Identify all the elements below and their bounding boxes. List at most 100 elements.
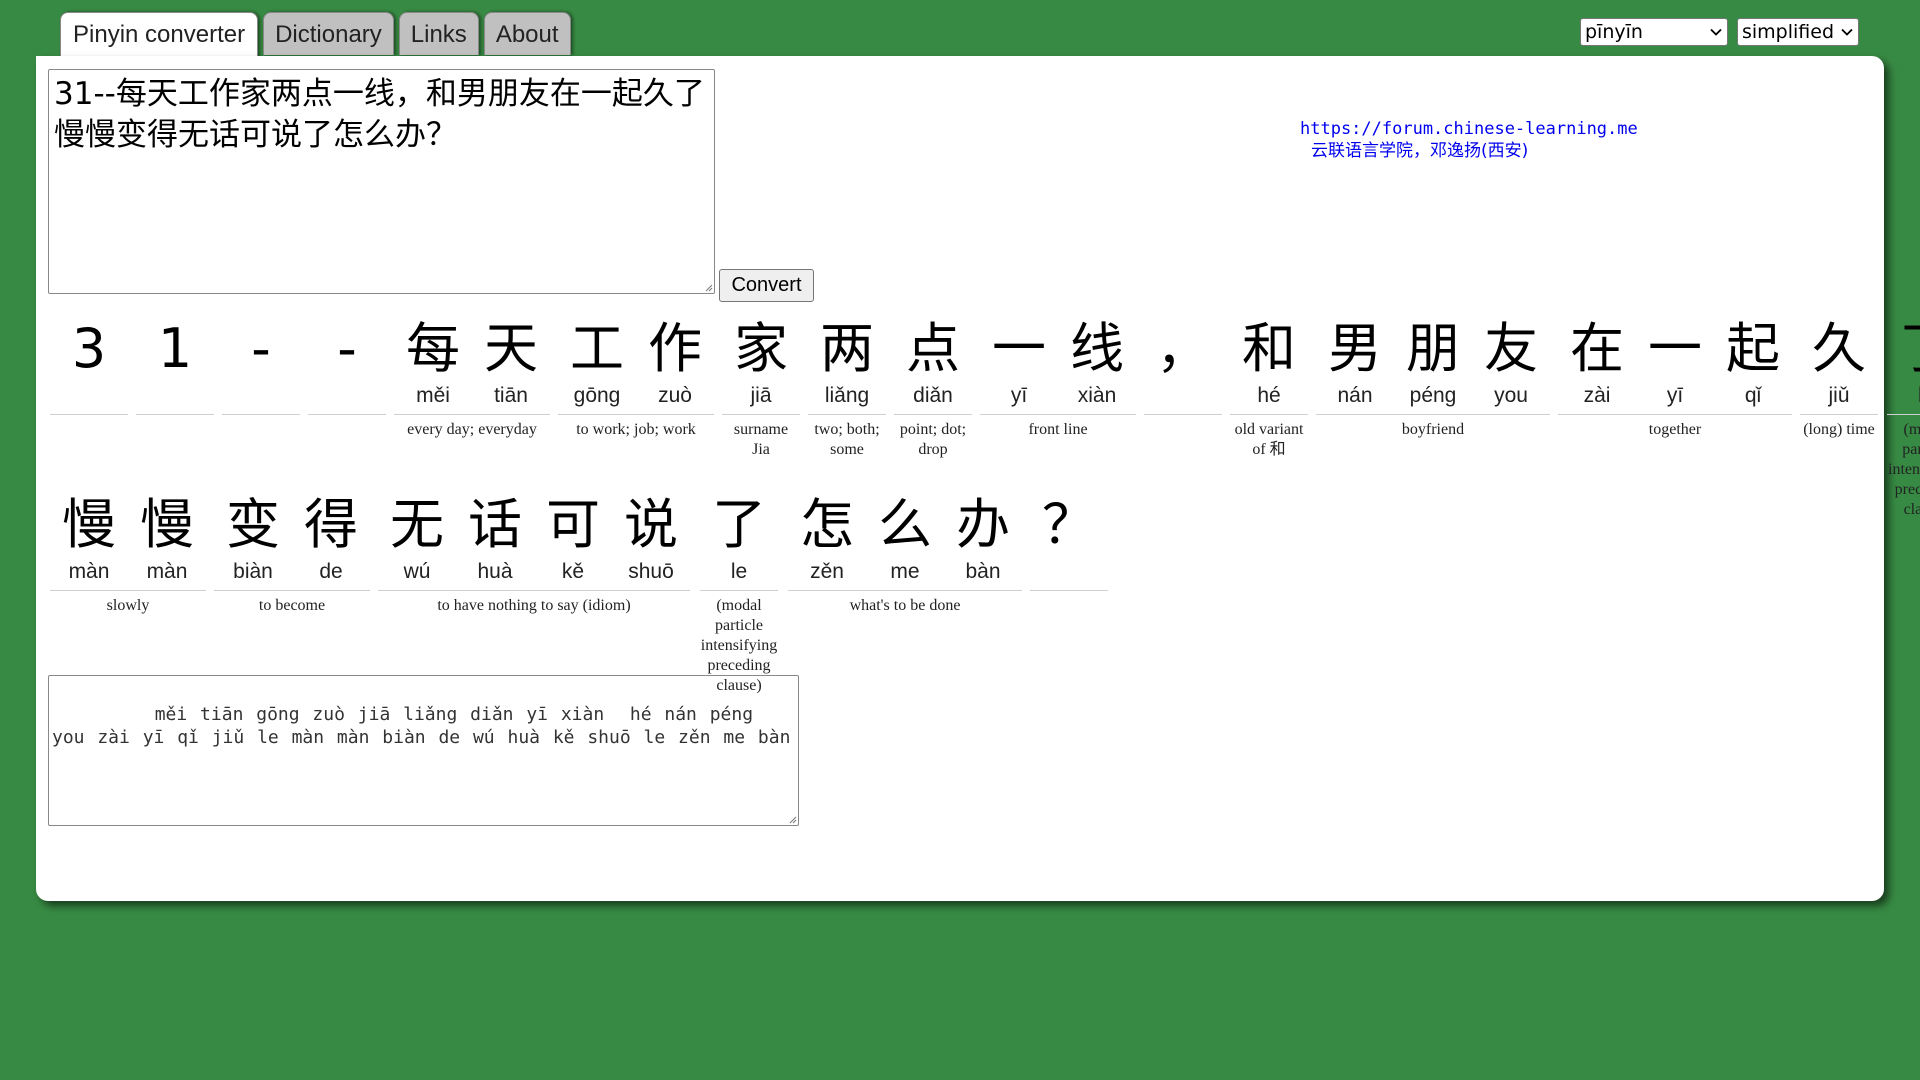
word-group: ， <box>1144 318 1222 520</box>
word-group: 在 zài 一 yī 起 qǐ together <box>1558 318 1792 520</box>
character-cell[interactable]: 慢 màn <box>131 494 203 590</box>
hanzi: 办 <box>956 493 1010 556</box>
word-group: 3 <box>50 318 128 520</box>
character-cell[interactable]: 朋 péng <box>1397 318 1469 414</box>
character-cell[interactable]: 家 jiā <box>725 318 797 414</box>
character-cell[interactable]: 天 tiān <box>475 318 547 414</box>
word-group: 男 nán 朋 péng 友 you boyfriend <box>1316 318 1550 520</box>
word-group: 了le (modal particle intensifying precedin… <box>1886 318 1920 520</box>
hanzi: 男 <box>1328 317 1382 380</box>
pinyin-reading: diǎn <box>913 384 953 407</box>
tab-about[interactable]: About <box>483 12 571 55</box>
character-cell[interactable]: - <box>311 318 383 414</box>
script-select[interactable]: simplified <box>1737 18 1859 46</box>
convert-button[interactable]: Convert <box>719 269 814 302</box>
word-group: 每 měi 天 tiān every day; everyday <box>394 318 550 520</box>
pinyin-reading: gōng <box>573 384 621 407</box>
hanzi: 线 <box>1070 317 1124 380</box>
character-cell[interactable]: ， <box>1147 318 1219 414</box>
pinyin-style-select[interactable]: pīnyīn <box>1580 18 1728 46</box>
forum-link[interactable]: https://forum.chinese-learning.me <box>1300 118 1638 140</box>
character-cell[interactable]: 办 bàn <box>947 494 1019 590</box>
hanzi: 1 <box>157 317 193 380</box>
hanzi: 一 <box>1648 317 1702 380</box>
pinyin-reading: yī <box>1010 384 1028 407</box>
word-group: 家 jiā surname Jia <box>722 318 800 520</box>
pinyin-reading: zài <box>1583 384 1611 407</box>
hanzi: 天 <box>484 317 538 380</box>
word-group: 无 wú 话 huà 可 kě 说 shuō to have nothing to say (i… <box>378 494 690 696</box>
word-characters: ？ <box>1030 494 1108 591</box>
chevron-down-icon <box>1841 28 1853 36</box>
hanzi: 在 <box>1570 317 1624 380</box>
character-cell[interactable]: 每 měi <box>397 318 469 414</box>
word-definition: front line <box>1028 421 1088 438</box>
tab-dictionary[interactable]: Dictionary <box>263 12 394 55</box>
character-cell[interactable]: 友 you <box>1475 318 1547 414</box>
character-cell[interactable]: 慢 màn <box>53 494 125 590</box>
word-characters: - <box>222 318 300 415</box>
word-characters: 了 le <box>700 494 778 591</box>
character-cell[interactable]: 男 nán <box>1319 318 1391 414</box>
word-characters: 怎 zěn 么 me 办 bàn <box>788 494 1022 591</box>
word-group: ？ <box>1030 494 1108 696</box>
character-cell[interactable]: - <box>225 318 297 414</box>
pinyin-output[interactable]: měi tiān gōng zuò jiā liǎng diǎn yī xiàn… <box>48 675 799 826</box>
word-group: 一 yī 线 xiàn front line <box>980 318 1136 520</box>
word-definition: surname Jia <box>733 421 789 458</box>
pinyin-reading: péng <box>1409 384 1457 407</box>
word-row-2: 慢 màn 慢 màn slowly 变 biàn 得 de to become 无 wú 话 huà 可 k… <box>50 494 1116 696</box>
character-cell[interactable]: 在 zài <box>1561 318 1633 414</box>
character-cell[interactable]: 一 yī <box>1639 318 1711 414</box>
character-cell[interactable]: 么 me <box>869 494 941 590</box>
character-cell[interactable]: 变 biàn <box>217 494 289 590</box>
character-cell[interactable]: 1 <box>139 318 211 414</box>
tab-pinyin-converter[interactable]: Pinyin converter <box>60 12 259 59</box>
pinyin-reading: liǎng <box>824 384 870 407</box>
character-cell[interactable]: 3 <box>53 318 125 414</box>
character-cell[interactable]: ？ <box>1033 494 1105 590</box>
character-cell[interactable]: 了le <box>703 494 775 590</box>
character-cell[interactable]: 话 huà <box>459 494 531 590</box>
word-characters: 在 zài 一 yī 起 qǐ <box>1558 318 1792 415</box>
character-cell[interactable]: 可 kě <box>537 494 609 590</box>
pinyin-output-text: měi tiān gōng zuò jiā liǎng diǎn yī xiàn… <box>52 704 791 748</box>
pinyin-reading: wú <box>403 560 431 583</box>
tab-links[interactable]: Links <box>398 12 479 55</box>
hanzi: 慢 <box>140 493 194 556</box>
tab-bar: Pinyin converter Dictionary Links About <box>60 12 571 59</box>
chinese-input[interactable]: 31--每天工作家两点一线，和男朋友在一起久了慢慢变得无话可说了怎么办？ <box>48 69 715 294</box>
character-cell[interactable]: 得 de <box>295 494 367 590</box>
character-cell[interactable]: 说 shuō <box>615 494 687 590</box>
word-group: 工 gōng 作 zuò to work; job; work <box>558 318 714 520</box>
character-cell[interactable]: 一 yī <box>983 318 1055 414</box>
hanzi: 友 <box>1484 317 1538 380</box>
character-cell[interactable]: 起 qǐ <box>1717 318 1789 414</box>
resize-grip-icon[interactable] <box>703 282 713 292</box>
character-cell[interactable]: 两 liǎng <box>811 318 883 414</box>
word-definition: to become <box>258 597 326 614</box>
hanzi: 两 <box>820 317 874 380</box>
word-characters: 两 liǎng <box>808 318 886 415</box>
pinyin-reading: le <box>730 560 748 583</box>
hanzi: 工 <box>570 317 624 380</box>
word-characters: 一 yī 线 xiàn <box>980 318 1136 415</box>
hanzi: 话 <box>468 493 522 556</box>
character-cell[interactable]: 了le <box>1890 318 1920 414</box>
hanzi: 作 <box>648 317 702 380</box>
character-cell[interactable]: 点 diǎn <box>897 318 969 414</box>
hanzi: 怎 <box>800 493 854 556</box>
character-cell[interactable]: 怎 zěn <box>791 494 863 590</box>
character-cell[interactable]: 和 hé <box>1233 318 1305 414</box>
character-cell[interactable]: 久 jiǔ <box>1803 318 1875 414</box>
character-cell[interactable]: 作 zuò <box>639 318 711 414</box>
character-cell[interactable]: 工 gōng <box>561 318 633 414</box>
word-group: 变 biàn 得 de to become <box>214 494 370 696</box>
character-cell[interactable]: 无 wú <box>381 494 453 590</box>
hanzi: ， <box>1156 317 1210 380</box>
hanzi: 说 <box>624 493 678 556</box>
pinyin-reading: hé <box>1257 384 1281 407</box>
character-cell[interactable]: 线 xiàn <box>1061 318 1133 414</box>
resize-grip-icon[interactable] <box>787 814 797 824</box>
word-definition: what's to be done <box>849 597 961 614</box>
